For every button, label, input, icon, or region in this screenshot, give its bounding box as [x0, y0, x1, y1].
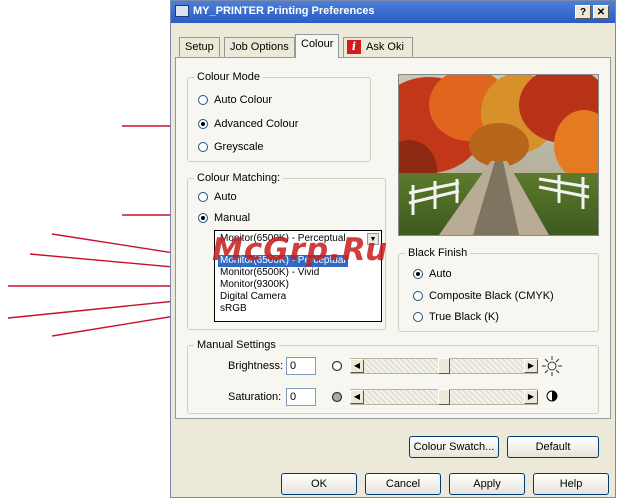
default-button[interactable]: Default [507, 436, 599, 458]
brightness-slider[interactable]: ◀ ▶ [350, 358, 538, 374]
colour-mode-group: Colour Mode Auto Colour Advanced Colour … [187, 71, 371, 162]
help-button[interactable]: Help [533, 473, 609, 495]
autumn-road-photo [399, 75, 598, 235]
radio-checked-icon [198, 119, 208, 129]
tab-colour[interactable]: Colour [295, 34, 340, 58]
black-finish-group: Black Finish Auto Composite Black (CMYK)… [398, 247, 599, 332]
radio-circle-icon [198, 142, 208, 152]
radio-label: Advanced Colour [214, 118, 299, 130]
title-bar[interactable]: MY_PRINTER Printing Preferences ? ✕ [171, 1, 615, 23]
manual-settings-group: Manual Settings Brightness: 0 ◀ ▶ Satura… [187, 339, 599, 414]
radio-advanced-colour[interactable]: Advanced Colour [198, 118, 298, 130]
radio-checked-icon [413, 269, 423, 279]
radio-matching-manual[interactable]: Manual [198, 212, 250, 224]
radio-black-auto[interactable]: Auto [413, 268, 452, 280]
radio-label: Auto [429, 268, 452, 280]
saturation-slider-thumb[interactable] [438, 389, 450, 405]
apply-button[interactable]: Apply [449, 473, 525, 495]
ok-button[interactable]: OK [281, 473, 357, 495]
close-title-button[interactable]: ✕ [593, 5, 609, 19]
colour-matching-legend: Colour Matching: [194, 172, 284, 184]
colour-swatch-button[interactable]: Colour Swatch... [409, 436, 499, 458]
saturation-high-icon [546, 390, 558, 402]
colour-preview-image [398, 74, 599, 236]
radio-circle-icon [198, 95, 208, 105]
radio-checked-icon [198, 213, 208, 223]
sun-icon [542, 356, 562, 376]
radio-circle-icon [198, 192, 208, 202]
saturation-slider[interactable]: ◀ ▶ [350, 389, 538, 405]
brightness-low-icon [331, 360, 343, 372]
dropdown-option[interactable]: Monitor(9300K) [218, 279, 291, 291]
radio-matching-auto[interactable]: Auto [198, 191, 237, 203]
saturation-label: Saturation: [228, 391, 282, 403]
radio-label: True Black (K) [429, 311, 499, 323]
watermark-text: McGrp.Ru [212, 232, 389, 268]
help-title-button[interactable]: ? [575, 5, 591, 19]
dropdown-option[interactable]: Digital Camera [218, 291, 288, 303]
tab-ask-oki[interactable]: i Ask Oki [343, 37, 413, 57]
radio-auto-colour[interactable]: Auto Colour [198, 94, 272, 106]
radio-label: Greyscale [214, 141, 264, 153]
radio-label: Manual [214, 212, 251, 224]
info-icon: i [347, 40, 361, 54]
radio-label: Auto [214, 191, 237, 203]
radio-composite-black[interactable]: Composite Black (CMYK) [413, 290, 554, 302]
black-finish-legend: Black Finish [405, 247, 471, 259]
brightness-slider-thumb[interactable] [438, 358, 450, 374]
slider-right-arrow-icon[interactable]: ▶ [524, 390, 538, 404]
slider-left-arrow-icon[interactable]: ◀ [350, 359, 364, 373]
manual-settings-legend: Manual Settings [194, 339, 279, 351]
radio-greyscale[interactable]: Greyscale [198, 141, 264, 153]
colour-mode-legend: Colour Mode [194, 71, 263, 83]
saturation-input[interactable]: 0 [286, 388, 316, 406]
saturation-low-icon [331, 391, 343, 403]
radio-true-black[interactable]: True Black (K) [413, 311, 499, 323]
slider-left-arrow-icon[interactable]: ◀ [350, 390, 364, 404]
tab-ask-oki-label: Ask Oki [366, 41, 404, 53]
dropdown-option[interactable]: Monitor(6500K) - Vivid [218, 267, 321, 279]
radio-label: Composite Black (CMYK) [429, 290, 554, 302]
radio-circle-icon [413, 291, 423, 301]
cancel-button[interactable]: Cancel [365, 473, 441, 495]
radio-circle-icon [413, 312, 423, 322]
tab-job-options[interactable]: Job Options [224, 37, 295, 57]
tab-setup[interactable]: Setup [179, 37, 220, 57]
window-title: MY_PRINTER Printing Preferences [193, 5, 375, 17]
printer-icon [175, 5, 189, 17]
brightness-input[interactable]: 0 [286, 357, 316, 375]
brightness-label: Brightness: [228, 360, 284, 372]
radio-label: Auto Colour [214, 94, 273, 106]
slider-right-arrow-icon[interactable]: ▶ [524, 359, 538, 373]
dropdown-option[interactable]: sRGB [218, 303, 249, 315]
